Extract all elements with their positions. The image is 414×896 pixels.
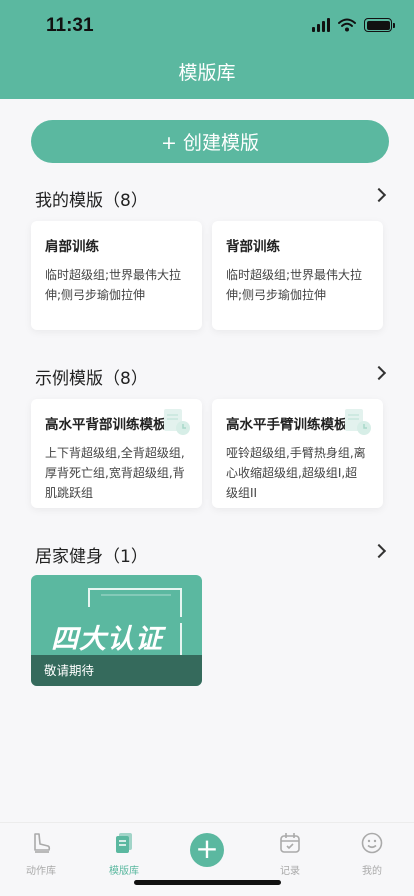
signal-icon xyxy=(312,18,330,32)
battery-icon xyxy=(364,18,395,32)
page-title: 模版库 xyxy=(178,62,236,84)
create-template-button[interactable]: + 创建模版 xyxy=(31,120,389,163)
tab-label: 记录 xyxy=(280,866,300,877)
wifi-icon xyxy=(338,18,356,32)
status-time: 11:31 xyxy=(46,15,94,36)
smile-icon xyxy=(361,832,383,854)
card-desc: 临时超级组;世界最伟大拉伸;侧弓步瑜伽拉伸 xyxy=(226,268,363,302)
template-card[interactable]: 背部训练 临时超级组;世界最伟大拉伸;侧弓步瑜伽拉伸 xyxy=(212,221,383,330)
tab-profile[interactable]: 我的 xyxy=(342,831,402,877)
card-desc: 临时超级组;世界最伟大拉伸;侧弓步瑜伽拉伸 xyxy=(45,268,182,302)
section-title-my-templates: 我的模版（8） xyxy=(35,191,148,211)
tab-label: 动作库 xyxy=(26,866,56,877)
tab-action-library[interactable]: 动作库 xyxy=(11,831,71,877)
home-card-art-text: 四大认证 xyxy=(51,624,163,655)
book-icon xyxy=(116,833,132,853)
tab-label: 我的 xyxy=(362,866,382,877)
shoe-icon xyxy=(34,833,51,853)
create-template-label: + 创建模版 xyxy=(161,132,259,154)
template-card[interactable]: 肩部训练 临时超级组;世界最伟大拉伸;侧弓步瑜伽拉伸 xyxy=(31,221,202,330)
status-icons xyxy=(312,18,395,32)
template-card[interactable]: 高水平背部训练模板 上下背超级组,全背超级组,厚背死亡组,宽背超级组,背肌跳跃组 xyxy=(31,399,202,508)
template-card[interactable]: 高水平手臂训练模板 哑铃超级组,手臂热身组,离心收缩超级组,超级组I,超级组II xyxy=(212,399,383,508)
section-title-home-fitness: 居家健身（1） xyxy=(35,547,148,567)
chevron-right-icon[interactable] xyxy=(371,187,387,203)
home-indicator xyxy=(134,880,281,885)
card-desc: 哑铃超级组,手臂热身组,离心收缩超级组,超级组I,超级组II xyxy=(226,446,366,500)
card-desc: 上下背超级组,全背超级组,厚背死亡组,宽背超级组,背肌跳跃组 xyxy=(45,446,185,500)
home-card-label: 敬请期待 xyxy=(31,655,202,686)
add-button[interactable]: + xyxy=(190,833,224,867)
home-fitness-card[interactable]: 四大认证 敬请期待 xyxy=(31,575,202,686)
card-title: 背部训练 xyxy=(226,239,280,255)
section-title-example-templates: 示例模版（8） xyxy=(35,369,148,389)
tab-template-library[interactable]: 模版库 xyxy=(94,831,154,877)
tab-records[interactable]: 记录 xyxy=(260,831,320,877)
calendar-icon xyxy=(280,833,300,853)
template-doc-icon xyxy=(164,409,190,435)
header: 11:31 模版库 xyxy=(0,0,414,99)
chevron-right-icon[interactable] xyxy=(371,365,387,381)
tab-label: 模版库 xyxy=(109,866,139,877)
chevron-right-icon[interactable] xyxy=(371,543,387,559)
template-doc-icon xyxy=(345,409,371,435)
card-title: 肩部训练 xyxy=(45,239,99,255)
